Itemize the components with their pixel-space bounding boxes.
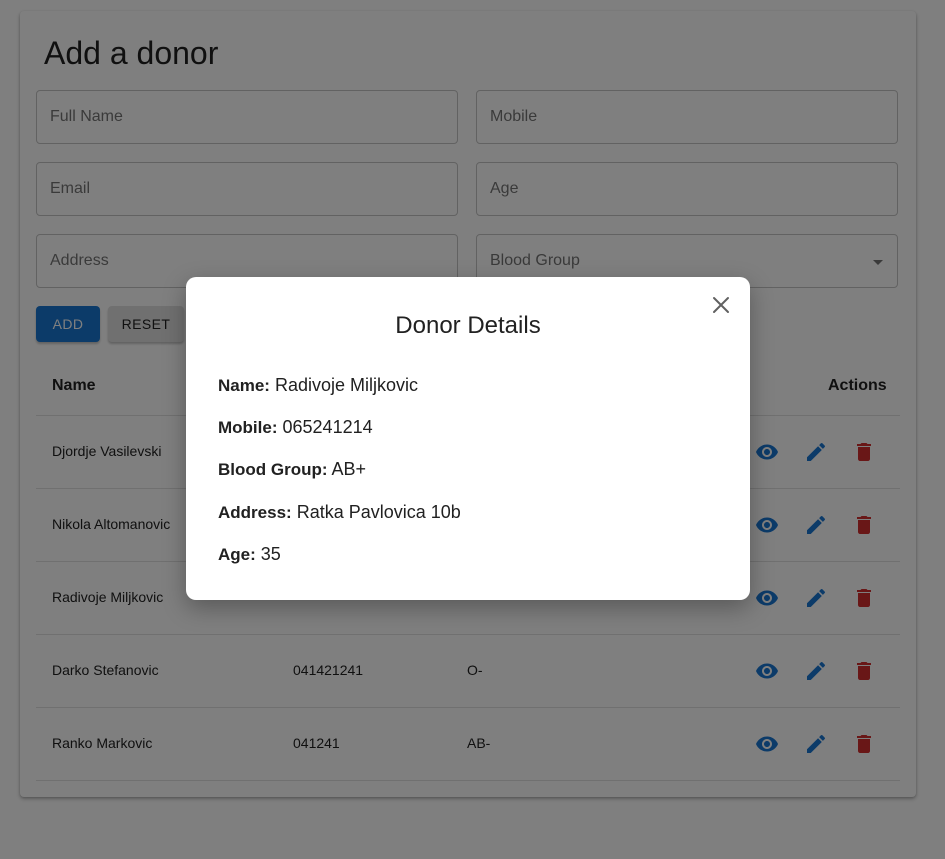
detail-blood-group: Blood Group: AB+ [218,459,366,480]
detail-value: 065241214 [282,417,373,437]
detail-mobile: Mobile: 065241214 [218,417,373,438]
detail-address: Address: Ratka Pavlovica 10b [218,502,461,523]
detail-value: 35 [260,544,281,564]
detail-value: AB+ [331,459,367,479]
detail-label: Address: [218,503,292,522]
detail-age: Age: 35 [218,544,281,565]
detail-label: Age: [218,545,256,564]
detail-label: Name: [218,376,270,395]
detail-value: Radivoje Miljkovic [274,375,419,395]
detail-label: Mobile: [218,418,278,437]
detail-name: Name: Radivoje Miljkovic [218,375,418,396]
detail-value: Ratka Pavlovica 10b [296,502,461,522]
modal-title: Donor Details [395,312,541,339]
donor-details-modal: Donor Details Name: Radivoje Miljkovic M… [186,277,750,600]
detail-label: Blood Group: [218,460,328,479]
